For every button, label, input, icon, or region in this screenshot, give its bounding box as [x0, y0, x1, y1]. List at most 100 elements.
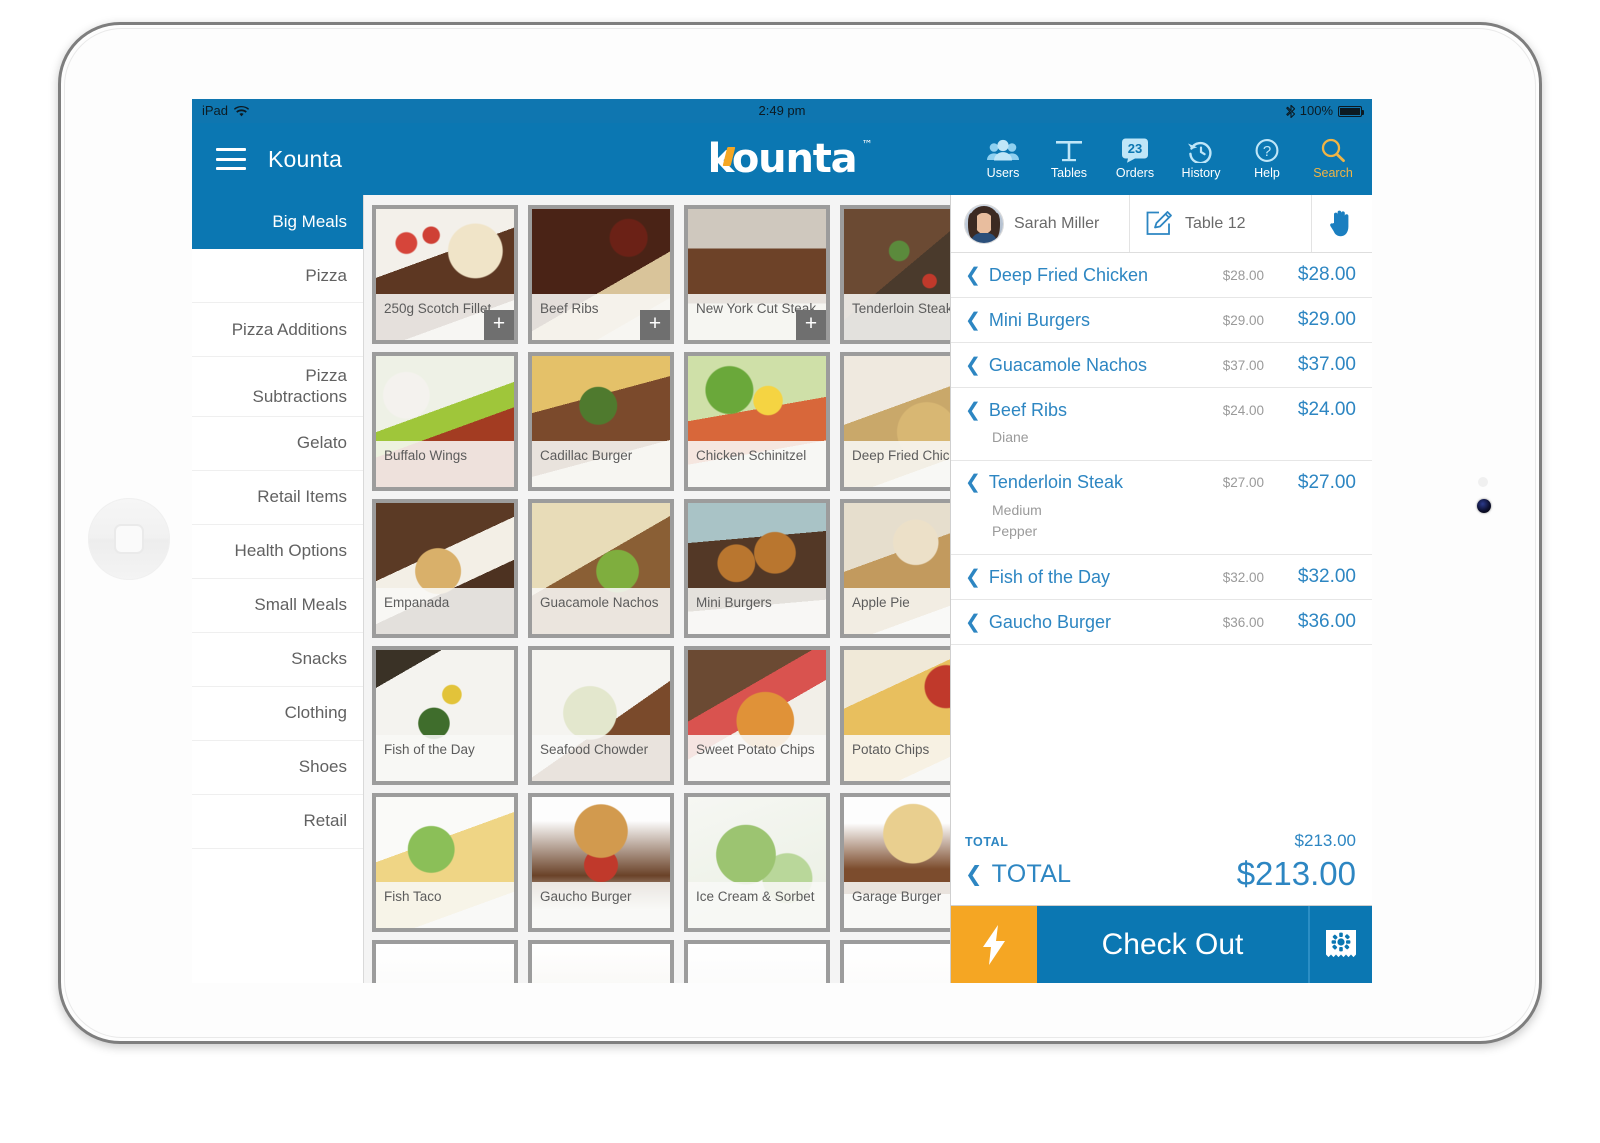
order-item-name: Beef Ribs: [988, 399, 1067, 420]
order-item-row[interactable]: ❮ Deep Fried Chicken $28.00 $28.00: [951, 253, 1372, 298]
sidebar-item-pizza-additions[interactable]: Pizza Additions: [192, 303, 363, 357]
receipt-settings-button[interactable]: [1310, 906, 1372, 983]
sidebar-item-shoes[interactable]: Shoes: [192, 741, 363, 795]
order-item-name: Gaucho Burger: [988, 611, 1111, 632]
add-product-button[interactable]: +: [484, 310, 514, 340]
order-table-label: Table 12: [1185, 214, 1246, 232]
checkout-button[interactable]: Check Out: [1037, 906, 1310, 983]
product-tile[interactable]: Potato Chips: [840, 646, 950, 785]
order-item-modifier: Pepper: [992, 523, 1038, 540]
product-tile[interactable]: Tenderloin Steak+: [840, 205, 950, 344]
sidebar-item-small-meals[interactable]: Small Meals: [192, 579, 363, 633]
sidebar-item-gelato[interactable]: Gelato: [192, 417, 363, 471]
order-item-row[interactable]: ❮ Beef Ribs $24.00 $24.00 Diane: [951, 388, 1372, 461]
chevron-left-icon[interactable]: ❮: [965, 356, 981, 375]
order-item-name: Tenderloin Steak: [988, 472, 1124, 493]
toolbar-label: History: [1181, 165, 1221, 180]
order-item-unit-price: $29.00: [1222, 312, 1264, 328]
order-item-total: $29.00: [1297, 309, 1356, 330]
chevron-left-icon[interactable]: ❮: [965, 473, 981, 492]
product-tile[interactable]: Ice Cream & Sorbet: [684, 793, 830, 932]
order-total-row[interactable]: ❮ TOTAL $213.00: [965, 853, 1356, 905]
product-tile[interactable]: Fish of the Day: [372, 646, 518, 785]
product-tile[interactable]: Garage Burger: [840, 793, 950, 932]
product-tile[interactable]: Chicken Schinitzel: [684, 352, 830, 491]
sidebar-item-retail-items[interactable]: Retail Items: [192, 471, 363, 525]
toolbar-item-orders[interactable]: 23 Orders: [1102, 123, 1168, 195]
product-tile[interactable]: Empanada: [372, 499, 518, 638]
ipad-device-frame: iPad 2:49 pm 100% Kounta kounta ™ Users …: [58, 22, 1542, 1044]
product-tile[interactable]: New York Cut Steak +: [684, 205, 830, 344]
sidebar-item-clothing[interactable]: Clothing: [192, 687, 363, 741]
toolbar-item-help[interactable]: ? Help: [1234, 123, 1300, 195]
chevron-left-icon[interactable]: ❮: [965, 266, 981, 285]
order-hold-button[interactable]: [1312, 195, 1372, 252]
product-tile[interactable]: Guacamole Nachos: [528, 499, 674, 638]
order-table-selector[interactable]: Table 12: [1130, 195, 1312, 252]
chevron-left-icon: ❮: [965, 862, 983, 886]
product-tile[interactable]: Apple Pie: [840, 499, 950, 638]
quick-pay-button[interactable]: [951, 906, 1037, 983]
product-tile[interactable]: Deep Fried Chicken: [840, 352, 950, 491]
product-tile[interactable]: Seafood Chowder: [528, 646, 674, 785]
toolbar-item-users[interactable]: Users: [970, 123, 1036, 195]
front-camera: [1477, 477, 1491, 513]
sidebar-item-pizza-subtractions[interactable]: Pizza Subtractions: [192, 357, 363, 417]
order-item-main: ❮ Deep Fried Chicken $28.00 $28.00: [965, 264, 1356, 286]
sidebar-item-big-meals[interactable]: Big Meals: [192, 195, 363, 249]
app-title: Kounta: [268, 145, 343, 172]
chevron-left-icon[interactable]: ❮: [965, 311, 981, 330]
toolbar-item-search[interactable]: Search: [1300, 123, 1366, 195]
toolbar-item-tables[interactable]: Tables: [1036, 123, 1102, 195]
order-item-row[interactable]: ❮ Gaucho Burger $36.00 $36.00: [951, 600, 1372, 646]
chevron-left-icon[interactable]: ❮: [965, 401, 981, 420]
product-tile[interactable]: Fish Taco: [372, 793, 518, 932]
order-items-list[interactable]: ❮ Deep Fried Chicken $28.00 $28.00 ❮ Mini Bur…: [951, 253, 1372, 825]
hamburger-icon[interactable]: [216, 148, 246, 170]
order-item-row[interactable]: ❮ Guacamole Nachos $37.00 $37.00: [951, 343, 1372, 388]
product-tile[interactable]: Cadillac Burger: [528, 352, 674, 491]
sidebar-item-retail[interactable]: Retail: [192, 795, 363, 849]
product-name: Sweet Potato Chips: [688, 735, 826, 781]
order-item-main: ❮ Mini Burgers $29.00 $29.00: [965, 309, 1356, 331]
product-grid-panel[interactable]: 250g Scotch Fillet + Beef Ribs + New York Cu…: [364, 195, 950, 983]
chevron-left-icon[interactable]: ❮: [965, 568, 981, 587]
order-item-row[interactable]: ❮ Tenderloin Steak $27.00 $27.00 Medium Peppe…: [951, 461, 1372, 556]
svg-text:23: 23: [1128, 141, 1142, 156]
product-name: Cadillac Burger: [532, 441, 670, 487]
svg-text:?: ?: [1263, 143, 1271, 160]
add-product-button[interactable]: +: [640, 310, 670, 340]
product-name: Garage Burger: [844, 882, 950, 928]
product-tile[interactable]: 250g Scotch Fillet +: [372, 205, 518, 344]
sidebar-item-health-options[interactable]: Health Options: [192, 525, 363, 579]
product-tile[interactable]: Beef Ribs +: [528, 205, 674, 344]
add-product-button[interactable]: +: [796, 310, 826, 340]
product-tile[interactable]: [684, 940, 830, 983]
product-tile[interactable]: [840, 940, 950, 983]
product-name: Buffalo Wings: [376, 441, 514, 487]
order-user[interactable]: Sarah Miller: [951, 195, 1130, 252]
product-tile[interactable]: [372, 940, 518, 983]
magnifier-icon: [1321, 138, 1345, 162]
toolbar-item-history[interactable]: History: [1168, 123, 1234, 195]
question-mark-icon: ?: [1255, 138, 1279, 162]
product-name: Ice Cream & Sorbet: [688, 882, 826, 928]
product-tile[interactable]: [528, 940, 674, 983]
sidebar-item-snacks[interactable]: Snacks: [192, 633, 363, 687]
sidebar-item-label: Big Meals: [272, 211, 347, 231]
ipad-screen: iPad 2:49 pm 100% Kounta kounta ™ Users …: [192, 99, 1372, 983]
product-tile[interactable]: Buffalo Wings: [372, 352, 518, 491]
receipt-gear-icon: [1326, 929, 1356, 957]
order-item-row[interactable]: ❮ Fish of the Day $32.00 $32.00: [951, 555, 1372, 601]
product-tile[interactable]: Sweet Potato Chips: [684, 646, 830, 785]
home-button[interactable]: [88, 498, 170, 580]
chevron-left-icon[interactable]: ❮: [965, 613, 981, 632]
order-subtotal-value: $213.00: [1294, 831, 1356, 850]
product-tile[interactable]: Mini Burgers: [684, 499, 830, 638]
toolbar-label: Help: [1254, 165, 1280, 180]
order-item-row[interactable]: ❮ Mini Burgers $29.00 $29.00: [951, 298, 1372, 343]
logo-accent-slash: [722, 147, 735, 166]
product-tile[interactable]: Gaucho Burger: [528, 793, 674, 932]
sidebar-item-pizza[interactable]: Pizza: [192, 249, 363, 303]
product-name: Apple Pie: [844, 588, 950, 634]
